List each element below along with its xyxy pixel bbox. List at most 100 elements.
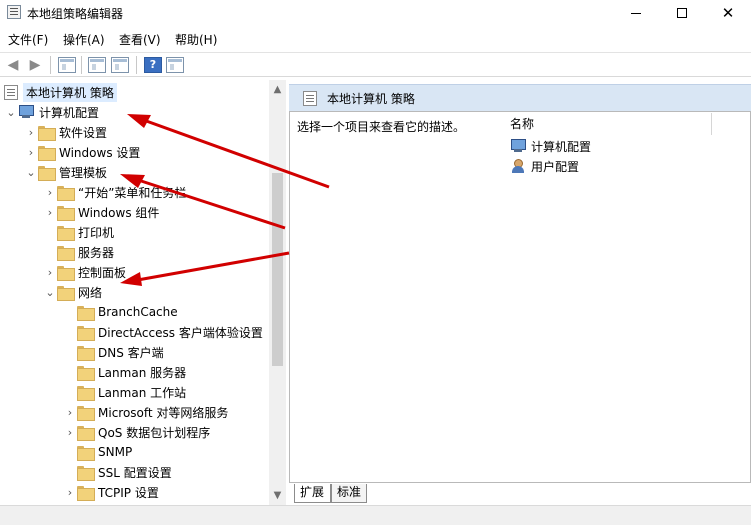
tree-item-network[interactable]: ⌄ 网络 (43, 282, 102, 302)
collapsed-chevron-icon[interactable]: › (63, 422, 77, 442)
details-content[interactable]: 选择一个项目来查看它的描述。 名称 计算机配置 用户配置 (289, 111, 751, 483)
list-item-computer-config[interactable]: 计算机配置 (510, 137, 591, 155)
tree-item-label: QoS 数据包计划程序 (98, 425, 211, 440)
list-item-user-config[interactable]: 用户配置 (510, 157, 579, 175)
tree-root-label: 本地计算机 策略 (23, 82, 117, 102)
collapsed-chevron-icon[interactable]: › (24, 142, 38, 162)
close-icon: ✕ (721, 3, 735, 22)
title-bar: 本地组策略编辑器 ✕ (0, 0, 751, 26)
folder-icon (38, 125, 56, 141)
tree-item-label: TCPIP 设置 (98, 485, 159, 500)
tree-item-dns-client[interactable]: DNS 客户端 (77, 342, 164, 362)
tree-item-start-menu[interactable]: › “开始”菜单和任务栏 (43, 182, 186, 202)
forward-arrow-icon: ▶ (29, 57, 41, 73)
description-text: 选择一个项目来查看它的描述。 (297, 120, 466, 134)
collapsed-chevron-icon[interactable]: › (43, 262, 57, 282)
folder-icon (77, 385, 95, 401)
menu-view[interactable]: 查看(V) (119, 31, 161, 48)
tree-item-admin-templates[interactable]: ⌄ 管理模板 (24, 162, 107, 182)
collapsed-chevron-icon[interactable]: › (63, 482, 77, 502)
menu-action[interactable]: 操作(A) (63, 31, 105, 48)
help-button[interactable]: ? (144, 57, 162, 73)
collapsed-chevron-icon[interactable]: › (43, 182, 57, 202)
menu-help[interactable]: 帮助(H) (175, 31, 217, 48)
scroll-thumb[interactable] (272, 173, 283, 366)
tree-item-tcpip[interactable]: › TCPIP 设置 (63, 482, 159, 502)
tree-item-control-panel[interactable]: › 控制面板 (43, 262, 126, 282)
column-separator[interactable] (711, 113, 712, 135)
folder-icon (77, 425, 95, 441)
close-button[interactable]: ✕ (705, 0, 751, 26)
expanded-chevron-icon[interactable]: ⌄ (4, 102, 18, 122)
folder-icon (77, 445, 95, 461)
maximize-button[interactable] (659, 0, 705, 26)
policy-document-icon (4, 84, 18, 100)
menu-bar: 文件(F) 操作(A) 查看(V) 帮助(H) (0, 28, 751, 50)
details-title: 本地计算机 策略 (327, 92, 415, 106)
tree-item-software-settings[interactable]: › 软件设置 (24, 122, 107, 142)
tree-item-label: DirectAccess 客户端体验设置 (98, 325, 263, 340)
filter-button[interactable] (166, 57, 184, 73)
folder-icon (77, 305, 95, 321)
collapsed-chevron-icon[interactable]: › (43, 202, 57, 222)
tab-standard[interactable]: 标准 (331, 484, 367, 503)
user-icon (510, 159, 526, 173)
minimize-icon (631, 12, 641, 14)
console-tree[interactable]: 本地计算机 策略 ⌄ 计算机配置 › 软件设置 › Windows 设置 ⌄ 管… (0, 80, 286, 505)
app-icon (7, 5, 21, 19)
folder-icon (57, 225, 75, 241)
back-button[interactable]: ◀ (4, 57, 22, 73)
export-list-button[interactable] (111, 57, 129, 73)
tree-item-snmp[interactable]: SNMP (77, 442, 132, 462)
tree-item-printers[interactable]: 打印机 (57, 222, 114, 242)
tree-item-label: BranchCache (98, 305, 178, 319)
folder-icon (57, 285, 75, 301)
tree-item-qos[interactable]: › QoS 数据包计划程序 (63, 422, 210, 442)
window-title: 本地组策略编辑器 (27, 7, 124, 21)
folder-icon (77, 465, 95, 481)
tree-item-label: Lanman 工作站 (98, 385, 187, 400)
forward-button[interactable]: ▶ (26, 57, 44, 73)
tree-item-branchcache[interactable]: BranchCache (77, 302, 178, 322)
tree-item-ssl-config[interactable]: SSL 配置设置 (77, 462, 172, 482)
tab-extended[interactable]: 扩展 (294, 484, 331, 503)
tree-item-label: 网络 (78, 285, 103, 300)
tree-item-label: Lanman 服务器 (98, 365, 187, 380)
tree-item-label: 打印机 (78, 225, 115, 240)
expanded-chevron-icon[interactable]: ⌄ (24, 162, 38, 182)
menu-file[interactable]: 文件(F) (8, 31, 48, 48)
toolbar-separator (81, 56, 82, 74)
folder-icon (77, 405, 95, 421)
collapsed-chevron-icon[interactable]: › (63, 402, 77, 422)
properties-button[interactable] (88, 57, 106, 73)
folder-icon (77, 325, 95, 341)
scroll-down-icon[interactable]: ▼ (269, 487, 286, 504)
tree-item-label: 计算机配置 (39, 105, 100, 120)
details-header: 本地计算机 策略 (289, 84, 751, 111)
policy-document-icon (303, 91, 317, 106)
tree-item-label: DNS 客户端 (98, 345, 164, 360)
tree-item-windows-settings[interactable]: › Windows 设置 (24, 142, 140, 162)
tree-scrollbar[interactable]: ▲ ▼ (269, 80, 286, 505)
tree-item-servers[interactable]: 服务器 (57, 242, 114, 262)
computer-icon (18, 105, 34, 119)
tree-item-computer-config[interactable]: ⌄ 计算机配置 (4, 102, 99, 122)
tree-item-label: Windows 组件 (78, 205, 160, 220)
tree-item-lanman-server[interactable]: Lanman 服务器 (77, 362, 186, 382)
tree-item-windows-components[interactable]: › Windows 组件 (43, 202, 159, 222)
collapsed-chevron-icon[interactable]: › (24, 122, 38, 142)
tree-root[interactable]: 本地计算机 策略 (4, 82, 117, 102)
expanded-chevron-icon[interactable]: ⌄ (43, 282, 57, 302)
tree-item-lanman-workstation[interactable]: Lanman 工作站 (77, 382, 186, 402)
folder-icon (77, 485, 95, 501)
folder-icon (77, 345, 95, 361)
scroll-up-icon[interactable]: ▲ (269, 81, 286, 98)
tree-item-microsoft-p2p[interactable]: › Microsoft 对等网络服务 (63, 402, 228, 422)
status-bar (0, 505, 751, 525)
minimize-button[interactable] (613, 0, 659, 26)
toolbar-separator (136, 56, 137, 74)
column-header-name[interactable]: 名称 (510, 115, 534, 132)
show-hide-tree-button[interactable] (58, 57, 76, 73)
tree-item-label: SSL 配置设置 (98, 465, 172, 480)
tree-item-directaccess[interactable]: DirectAccess 客户端体验设置 (77, 322, 263, 342)
